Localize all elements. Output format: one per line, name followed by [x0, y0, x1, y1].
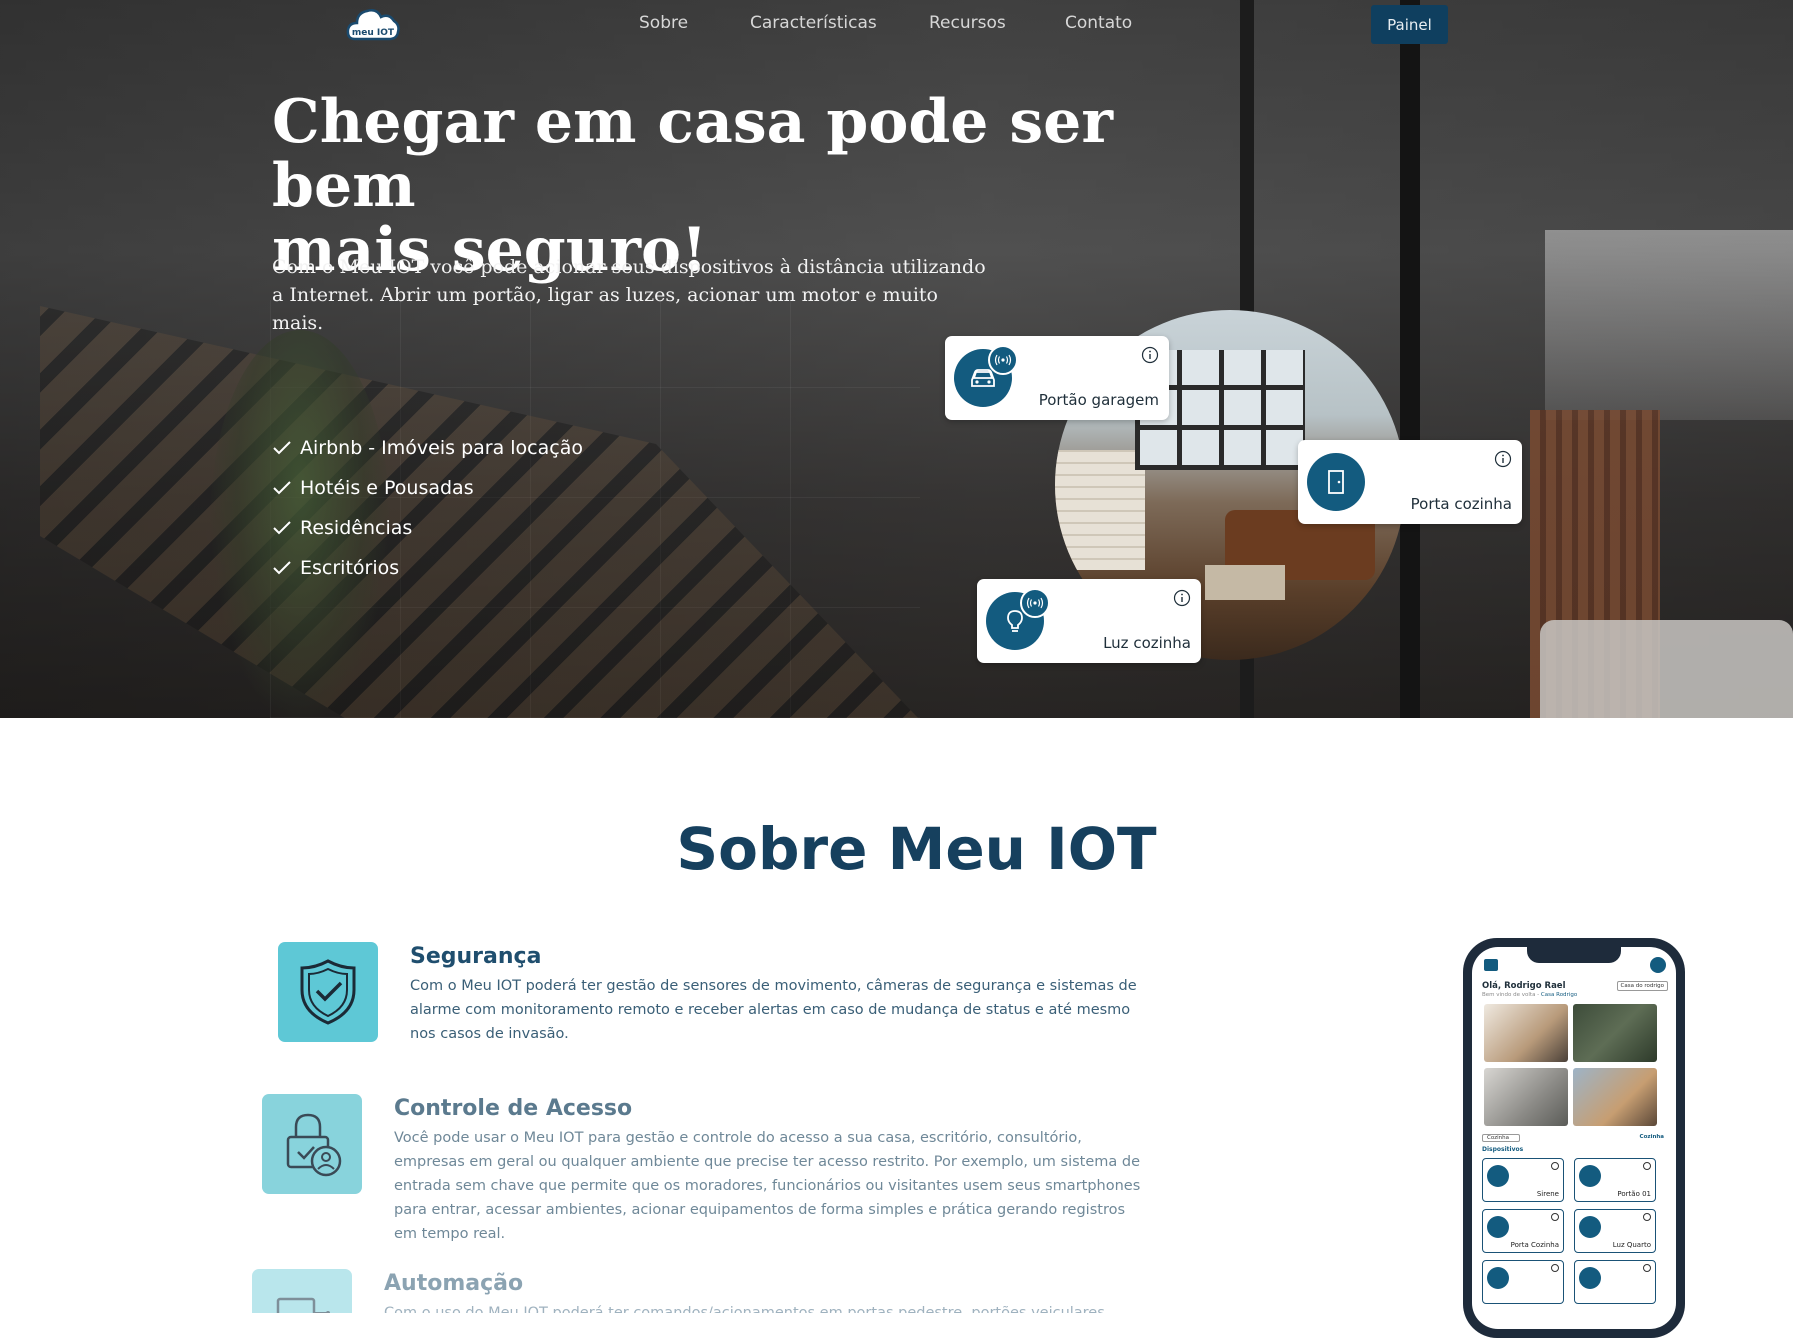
door-icon — [1487, 1216, 1509, 1238]
phone-mockup: Olá, Rodrigo Rael Bem vindo de volta - C… — [1463, 938, 1685, 1338]
room-link[interactable]: Cozinha — [1640, 1134, 1664, 1140]
checklist-label: Airbnb - Imóveis para locação — [300, 437, 583, 459]
lock-user-icon — [262, 1094, 362, 1194]
hero-section: meu IOT Sobre Características Recursos C… — [0, 0, 1793, 718]
checklist-item: Airbnb - Imóveis para locação — [272, 428, 583, 468]
info-icon[interactable] — [1551, 1264, 1559, 1272]
menu-icon[interactable] — [1484, 959, 1498, 971]
device-label: Portão garagem — [1038, 391, 1159, 409]
automation-icon — [252, 1269, 352, 1313]
feature-seguranca: Segurança Com o Meu IOT poderá ter gestã… — [278, 942, 1148, 1062]
info-icon[interactable] — [1643, 1264, 1651, 1272]
door-icon — [1307, 453, 1365, 511]
device-card-luz-cozinha[interactable]: Luz cozinha — [977, 579, 1201, 663]
lightbulb-icon — [1579, 1216, 1601, 1238]
nav-link-contato[interactable]: Contato — [1065, 13, 1132, 33]
phone-device-card[interactable]: Portão 01 — [1574, 1158, 1656, 1202]
phone-device-card[interactable]: Porta Cozinha — [1482, 1209, 1564, 1253]
feature-title: Segurança — [410, 944, 542, 969]
phone-screen: Olá, Rodrigo Rael Bem vindo de volta - C… — [1472, 947, 1676, 1329]
hero-title-line-1: Chegar em casa pode ser bem — [272, 87, 1113, 221]
hero-background-post — [1400, 0, 1420, 718]
checkmark-icon — [272, 558, 300, 578]
logo-text: meu IOT — [352, 28, 395, 38]
wireless-signal-icon — [988, 345, 1018, 375]
room-photo[interactable] — [1484, 1004, 1568, 1062]
feature-description: Você pode usar o Meu IOT para gestão e c… — [394, 1130, 1141, 1242]
room-photo[interactable] — [1484, 1068, 1568, 1126]
checklist-label: Hotéis e Pousadas — [300, 477, 474, 499]
phone-greeting: Olá, Rodrigo Rael — [1482, 981, 1566, 991]
nav-link-recursos[interactable]: Recursos — [929, 13, 1006, 33]
device-label: Porta cozinha — [1410, 495, 1512, 513]
checkmark-icon — [272, 518, 300, 538]
phone-device-card[interactable] — [1574, 1260, 1656, 1304]
feature-description: Com o uso do Meu IOT poderá ter comandos… — [384, 1305, 1105, 1313]
feature-title: Controle de Acesso — [394, 1096, 633, 1121]
info-icon[interactable] — [1173, 589, 1191, 607]
painel-button[interactable]: Painel — [1371, 5, 1448, 44]
info-icon[interactable] — [1643, 1213, 1651, 1221]
nav-link-sobre[interactable]: Sobre — [639, 13, 688, 33]
hero-description: Com o Meu IOT você pode acionar seus dis… — [272, 256, 986, 334]
user-avatar-icon[interactable] — [1650, 957, 1666, 973]
room-select[interactable]: Cozinha — [1482, 1134, 1520, 1142]
checklist-item: Residências — [272, 508, 583, 548]
hero-background-sofa — [1540, 620, 1793, 718]
info-icon[interactable] — [1643, 1162, 1651, 1170]
car-icon — [1579, 1165, 1601, 1187]
feature-automacao: Automação Com o uso do Meu IOT poderá te… — [252, 1269, 1152, 1313]
devices-section-label: Dispositivos — [1482, 1146, 1524, 1153]
phone-device-card[interactable]: Sirene — [1482, 1158, 1564, 1202]
phone-device-card[interactable]: Luz Quarto — [1574, 1209, 1656, 1253]
nav-link-caracteristicas[interactable]: Características — [750, 13, 877, 33]
car-icon — [1487, 1267, 1509, 1289]
info-icon[interactable] — [1551, 1162, 1559, 1170]
checklist-item: Escritórios — [272, 548, 583, 588]
info-icon[interactable] — [1494, 450, 1512, 468]
use-case-checklist: Airbnb - Imóveis para locação Hotéis e P… — [272, 428, 583, 588]
phone-subtitle: Bem vindo de volta - Casa Rodrigo — [1482, 992, 1578, 998]
house-select[interactable]: Casa do rodrigo — [1616, 981, 1668, 991]
shield-check-icon — [278, 942, 378, 1042]
device-card-porta-cozinha[interactable]: Porta cozinha — [1298, 440, 1522, 524]
checkmark-icon — [272, 438, 300, 458]
checklist-label: Escritórios — [300, 557, 400, 579]
room-photo[interactable] — [1573, 1068, 1657, 1126]
info-icon[interactable] — [1551, 1213, 1559, 1221]
phone-notch — [1527, 947, 1621, 963]
checklist-item: Hotéis e Pousadas — [272, 468, 583, 508]
siren-icon — [1487, 1165, 1509, 1187]
top-navigation: meu IOT Sobre Características Recursos C… — [0, 0, 1793, 48]
wireless-signal-icon — [1020, 588, 1050, 618]
about-section-title: Sobre Meu IOT — [676, 815, 1157, 883]
phone-device-card[interactable] — [1482, 1260, 1564, 1304]
feature-controle-acesso: Controle de Acesso Você pode usar o Meu … — [262, 1094, 1152, 1242]
lightbulb-icon — [1579, 1267, 1601, 1289]
hero-background-window — [1545, 230, 1793, 420]
info-icon[interactable] — [1141, 346, 1159, 364]
checklist-label: Residências — [300, 517, 413, 539]
device-card-portao-garagem[interactable]: Portão garagem — [945, 336, 1169, 420]
feature-description: Com o Meu IOT poderá ter gestão de senso… — [410, 978, 1137, 1042]
meu-iot-logo[interactable]: meu IOT — [345, 5, 401, 45]
feature-title: Automação — [384, 1271, 524, 1296]
room-photo[interactable] — [1573, 1004, 1657, 1062]
device-label: Luz cozinha — [1103, 634, 1191, 652]
checkmark-icon — [272, 478, 300, 498]
